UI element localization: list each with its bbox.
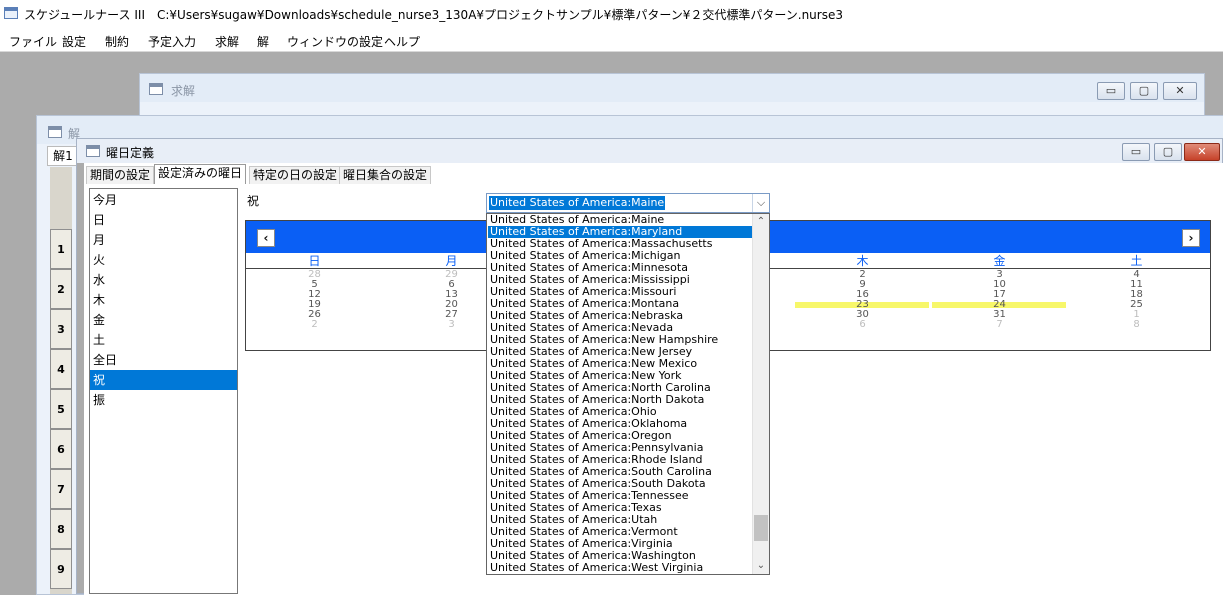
- holiday-field-label: 祝: [247, 194, 260, 208]
- dropdown-scrollbar[interactable]: ⌃ ⌄: [752, 214, 769, 574]
- tab-configured-days[interactable]: 設定済みの曜日: [154, 164, 247, 184]
- maximize-icon[interactable]: ▢: [1154, 143, 1182, 161]
- list-item[interactable]: 振: [90, 390, 237, 410]
- scroll-up-icon[interactable]: ⌃: [753, 214, 769, 230]
- maximize-icon[interactable]: ▢: [1130, 82, 1158, 100]
- menu-file[interactable]: ファイル: [9, 33, 57, 50]
- app-title: スケジュールナース III C:¥Users¥sugaw¥Downloads¥s…: [24, 8, 843, 22]
- solve-window-title-bar[interactable]: 求解 ▭ ▢ ✕: [140, 74, 1204, 102]
- list-item[interactable]: 月: [90, 230, 237, 250]
- app-title-bar: スケジュールナース III C:¥Users¥sugaw¥Downloads¥s…: [0, 0, 1223, 28]
- solve-window-title: 求解: [171, 84, 196, 98]
- list-item[interactable]: 水: [90, 270, 237, 290]
- calendar-day[interactable]: 8: [1068, 320, 1205, 330]
- region-select[interactable]: United States of America:Maine ⌵: [486, 193, 770, 213]
- calendar-day[interactable]: 6: [794, 320, 931, 330]
- calendar-prev-button[interactable]: ‹: [257, 229, 275, 247]
- minimize-icon[interactable]: ▭: [1097, 82, 1125, 100]
- tab-period-settings[interactable]: 期間の設定: [86, 166, 155, 184]
- calendar-weekday-header: 木: [856, 254, 869, 268]
- row-header[interactable]: 6: [50, 429, 72, 469]
- dropdown-option[interactable]: United States of America:West Virginia: [488, 562, 753, 574]
- row-header[interactable]: 5: [50, 389, 72, 429]
- tab-day-set-settings[interactable]: 曜日集合の設定: [339, 166, 432, 184]
- day-list[interactable]: 今月 日 月 火 水 木 金 土 全日 祝 振: [89, 188, 238, 594]
- minimize-icon[interactable]: ▭: [1122, 143, 1150, 161]
- window-icon: [86, 145, 100, 157]
- calendar-day[interactable]: 7: [931, 320, 1068, 330]
- row-header[interactable]: 1: [50, 229, 72, 269]
- calendar-weekday-header: 日: [308, 254, 321, 268]
- close-icon[interactable]: ✕: [1184, 143, 1220, 161]
- row-header[interactable]: 7: [50, 469, 72, 509]
- menu-constraints[interactable]: 制約: [105, 33, 129, 50]
- list-item-selected[interactable]: 祝: [90, 370, 237, 390]
- row-header[interactable]: 9: [50, 549, 72, 589]
- row-header[interactable]: 8: [50, 509, 72, 549]
- calendar-weekday-header: 金: [993, 254, 1006, 268]
- row-header[interactable]: 3: [50, 309, 72, 349]
- app-icon: [4, 7, 18, 19]
- menu-schedule-input[interactable]: 予定入力: [148, 33, 196, 50]
- list-item[interactable]: 金: [90, 310, 237, 330]
- menu-window-settings[interactable]: ウィンドウの設定: [287, 33, 383, 50]
- weekday-window-title: 曜日定義: [106, 146, 155, 160]
- calendar-day[interactable]: 2: [246, 320, 383, 330]
- tab-solution-1[interactable]: 解1: [47, 146, 79, 166]
- menu-bar: ファイル 設定 制約 予定入力 求解 解 ウィンドウの設定 ヘルプ: [0, 28, 1223, 52]
- weekday-window-title-bar[interactable]: 曜日定義 ▭ ▢ ✕: [77, 139, 1222, 163]
- list-item[interactable]: 全日: [90, 350, 237, 370]
- menu-settings[interactable]: 設定: [62, 33, 86, 50]
- window-icon: [48, 126, 62, 138]
- menu-solution[interactable]: 解: [257, 33, 269, 50]
- region-dropdown-list[interactable]: United States of America:Maine United Sta…: [486, 213, 770, 575]
- list-item[interactable]: 日: [90, 210, 237, 230]
- list-item[interactable]: 木: [90, 290, 237, 310]
- scrollbar-thumb[interactable]: [754, 515, 768, 541]
- region-select-value: United States of America:Maine: [489, 196, 666, 210]
- row-header[interactable]: 2: [50, 269, 72, 309]
- list-item[interactable]: 今月: [90, 190, 237, 210]
- calendar-next-button[interactable]: ›: [1182, 229, 1200, 247]
- close-icon[interactable]: ✕: [1163, 82, 1197, 100]
- window-icon: [149, 83, 163, 95]
- chevron-down-icon[interactable]: ⌵: [752, 194, 769, 212]
- menu-solve[interactable]: 求解: [215, 33, 239, 50]
- menu-help[interactable]: ヘルプ: [384, 33, 420, 50]
- list-item[interactable]: 火: [90, 250, 237, 270]
- calendar-weekday-header: 土: [1130, 254, 1143, 268]
- tab-specific-day-settings[interactable]: 特定の日の設定: [249, 166, 342, 184]
- row-header[interactable]: 4: [50, 349, 72, 389]
- scroll-down-icon[interactable]: ⌄: [753, 558, 769, 574]
- list-item[interactable]: 土: [90, 330, 237, 350]
